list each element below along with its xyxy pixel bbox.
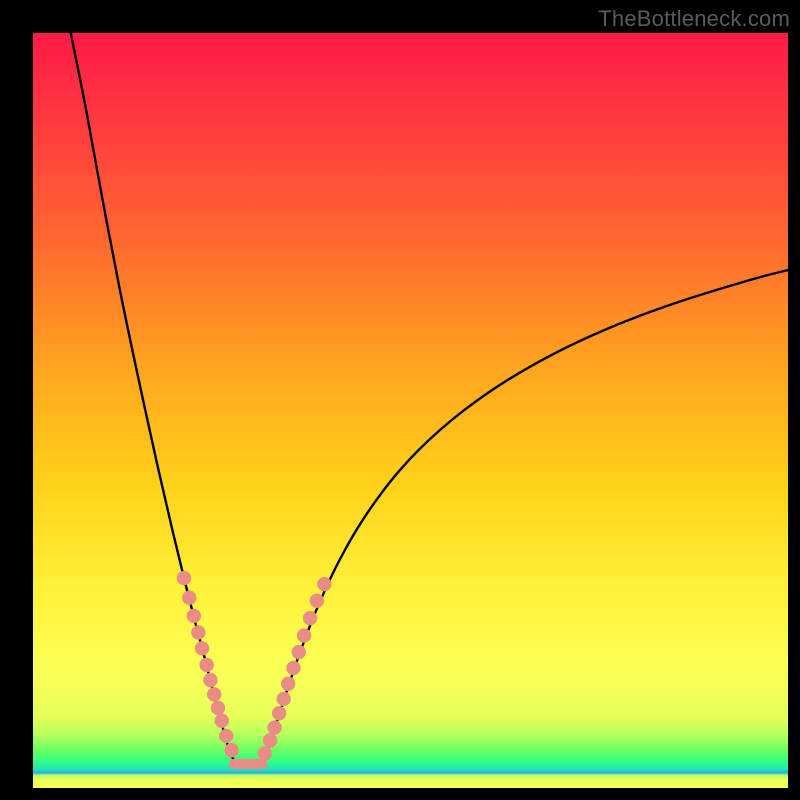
marker-dot (263, 733, 277, 747)
marker-dot (268, 721, 282, 735)
marker-dot (207, 687, 221, 701)
marker-dot (281, 677, 295, 691)
chart-svg (33, 33, 788, 788)
marker-dot (310, 594, 324, 608)
marker-dot (177, 571, 191, 585)
curve-right (260, 270, 789, 765)
marker-dot (292, 645, 306, 659)
marker-dot (211, 701, 225, 715)
marker-dot (182, 591, 196, 605)
marker-dot (225, 743, 239, 757)
marker-dot (258, 746, 272, 760)
marker-dot (317, 577, 331, 591)
marker-dot (297, 628, 311, 642)
chart-frame: TheBottleneck.com (0, 0, 800, 800)
marker-dot (303, 611, 317, 625)
marker-dot (272, 706, 286, 720)
plot-area (33, 33, 788, 788)
marker-dot (277, 692, 291, 706)
marker-dot (219, 729, 233, 743)
marker-dot (200, 658, 214, 672)
watermark-text: TheBottleneck.com (598, 6, 790, 32)
curve-left (71, 33, 237, 765)
marker-dot (203, 673, 217, 687)
marker-dot (187, 609, 201, 623)
marker-dot (191, 625, 205, 639)
marker-group (177, 571, 331, 760)
marker-dot (286, 661, 300, 675)
marker-dot (195, 641, 209, 655)
marker-dot (215, 714, 229, 728)
